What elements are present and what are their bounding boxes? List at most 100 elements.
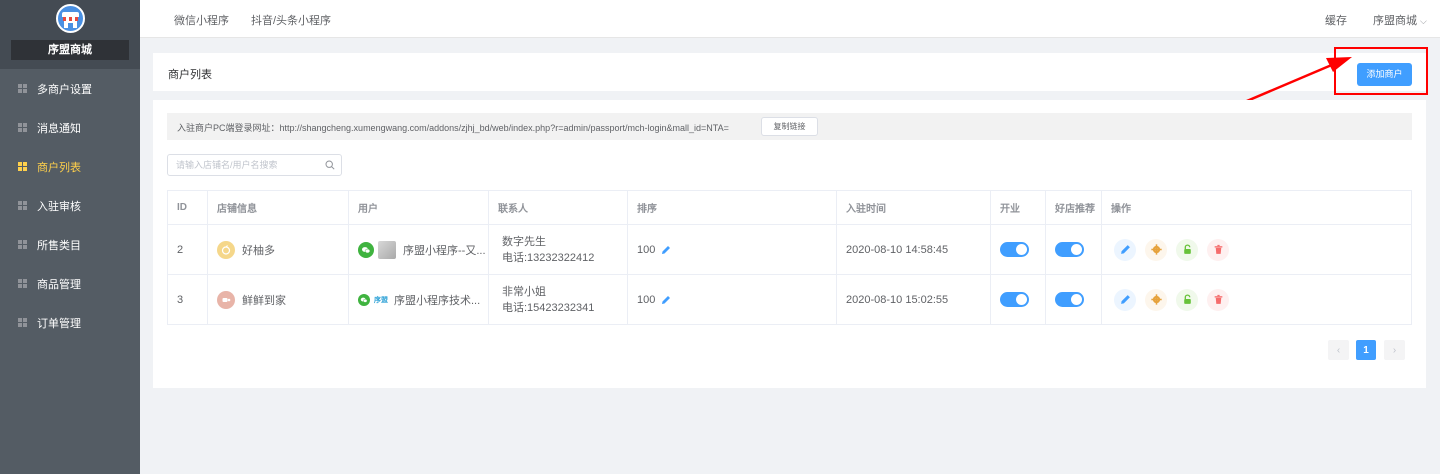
user-name: 序盟商城 <box>1373 15 1417 27</box>
shop-logo-icon <box>217 240 235 259</box>
brand-name: 序盟商城 <box>11 40 129 60</box>
page-header: 商户列表 添加商户 <box>153 53 1426 91</box>
merchant-table: ID 店铺信息 用户 联系人 排序 入驻时间 开业 好店推荐 操作 2 好柚多 <box>167 190 1412 325</box>
chevron-down-icon: ⌵ <box>1420 16 1427 26</box>
cell-user: 序盟 序盟小程序技术... <box>349 275 489 324</box>
unlock-icon <box>1183 244 1191 254</box>
contact-name: 非常小姐 <box>502 285 546 298</box>
search-box <box>167 154 342 176</box>
cell-join-time: 2020-08-10 15:02:55 <box>837 275 991 324</box>
cell-actions <box>1102 275 1411 324</box>
cell-contact: 非常小姐 电话:15423232341 <box>489 275 628 324</box>
copy-link-button[interactable]: 复制链接 <box>761 117 818 136</box>
sort-value: 100 <box>637 293 656 306</box>
column-header-contact: 联系人 <box>489 191 628 224</box>
sidebar-item-notifications[interactable]: 消息通知 <box>0 108 140 147</box>
table-header-row: ID 店铺信息 用户 联系人 排序 入驻时间 开业 好店推荐 操作 <box>168 191 1411 225</box>
user-brand-badge: 序盟 <box>374 296 388 304</box>
cell-recommend <box>1046 225 1102 274</box>
sort-value: 100 <box>637 243 656 256</box>
top-bar: 微信小程序 抖音/头条小程序 缓存 序盟商城 ⌵ <box>140 0 1440 38</box>
sidebar-item-label: 入驻审核 <box>37 200 81 213</box>
sidebar-item-multi-merchant-settings[interactable]: 多商户设置 <box>0 69 140 108</box>
column-header-join-time: 入驻时间 <box>837 191 991 224</box>
contact-name: 数字先生 <box>502 235 546 248</box>
pagination-prev-button[interactable]: ‹ <box>1328 340 1349 360</box>
annotation-highlight-box <box>1334 47 1428 95</box>
cache-link[interactable]: 缓存 <box>1325 12 1347 28</box>
sidebar-item-merchant-list[interactable]: 商户列表 <box>0 147 140 186</box>
user-name: 序盟小程序技术... <box>394 294 481 307</box>
cell-open <box>991 275 1046 324</box>
column-header-user: 用户 <box>349 191 489 224</box>
cell-join-time: 2020-08-10 14:58:45 <box>837 225 991 274</box>
settings-button[interactable] <box>1145 288 1167 311</box>
wechat-icon <box>358 241 374 258</box>
search-input[interactable] <box>176 158 321 172</box>
cell-user: 序盟小程序--又... <box>349 225 489 274</box>
sidebar-item-orders[interactable]: 订单管理 <box>0 303 140 342</box>
column-header-id: ID <box>168 191 208 224</box>
cell-actions <box>1102 225 1411 274</box>
contact-phone: 电话:13232322412 <box>502 251 595 264</box>
table-row: 3 鲜鲜到家 序盟 序盟小程序技术... 非常小姐 电话:15423232341 <box>168 275 1411 324</box>
cell-sort: 100 <box>628 225 837 274</box>
grid-icon <box>18 162 27 171</box>
cell-contact: 数字先生 电话:13232322412 <box>489 225 628 274</box>
cell-shop: 好柚多 <box>208 225 349 274</box>
tab-wechat-miniprogram[interactable]: 微信小程序 <box>174 12 229 28</box>
sidebar: 序盟商城 多商户设置 消息通知 商户列表 入驻审核 所售类目 商品管理 订单管理 <box>0 0 140 474</box>
pencil-icon <box>1120 295 1130 304</box>
settings-button[interactable] <box>1145 238 1167 261</box>
sidebar-item-label: 多商户设置 <box>37 83 92 96</box>
grid-icon <box>18 318 27 327</box>
table-row: 2 好柚多 序盟小程序--又... 数字先生 电话:13232322412 10… <box>168 225 1411 275</box>
cell-shop: 鲜鲜到家 <box>208 275 349 324</box>
recommend-toggle[interactable] <box>1055 242 1084 257</box>
pagination-next-button[interactable]: › <box>1384 340 1405 360</box>
pencil-icon[interactable] <box>661 295 671 305</box>
login-url-text: 入驻商户PC端登录网址：http://shangcheng.xumengwang… <box>177 123 729 133</box>
trash-icon <box>1214 294 1222 304</box>
search-icon[interactable] <box>325 160 335 170</box>
edit-button[interactable] <box>1114 288 1136 311</box>
sidebar-item-goods[interactable]: 商品管理 <box>0 264 140 303</box>
wechat-icon <box>358 293 370 306</box>
pencil-icon <box>1120 245 1130 254</box>
login-url-bar: 入驻商户PC端登录网址：http://shangcheng.xumengwang… <box>167 113 1412 140</box>
column-header-open: 开业 <box>991 191 1046 224</box>
column-header-sort: 排序 <box>628 191 837 224</box>
sidebar-item-categories[interactable]: 所售类目 <box>0 225 140 264</box>
gear-icon <box>1150 244 1162 255</box>
page-title: 商户列表 <box>168 69 212 81</box>
gear-icon <box>1150 294 1162 305</box>
lock-button[interactable] <box>1176 238 1198 261</box>
pagination-page-1[interactable]: 1 <box>1356 340 1376 360</box>
sidebar-item-label: 商品管理 <box>37 278 81 291</box>
user-name: 序盟小程序--又... <box>403 244 486 257</box>
sidebar-item-label: 所售类目 <box>37 239 81 252</box>
delete-button[interactable] <box>1207 238 1229 261</box>
delete-button[interactable] <box>1207 288 1229 311</box>
user-menu[interactable]: 序盟商城 ⌵ <box>1373 12 1427 28</box>
shop-name: 鲜鲜到家 <box>242 294 286 307</box>
open-toggle[interactable] <box>1000 242 1029 257</box>
cell-recommend <box>1046 275 1102 324</box>
pencil-icon[interactable] <box>661 245 671 255</box>
column-header-actions: 操作 <box>1111 204 1131 215</box>
tab-douyin-miniprogram[interactable]: 抖音/头条小程序 <box>251 12 331 28</box>
column-header-recommend: 好店推荐 <box>1046 191 1102 224</box>
sidebar-item-entry-review[interactable]: 入驻审核 <box>0 186 140 225</box>
grid-icon <box>18 201 27 210</box>
cell-id: 2 <box>168 225 208 274</box>
sidebar-item-label: 消息通知 <box>37 122 81 135</box>
contact-phone: 电话:15423232341 <box>502 301 595 314</box>
open-toggle[interactable] <box>1000 292 1029 307</box>
cell-sort: 100 <box>628 275 837 324</box>
grid-icon <box>18 84 27 93</box>
lock-button[interactable] <box>1176 288 1198 311</box>
user-avatar <box>378 240 396 259</box>
recommend-toggle[interactable] <box>1055 292 1084 307</box>
sidebar-menu: 多商户设置 消息通知 商户列表 入驻审核 所售类目 商品管理 订单管理 <box>0 69 140 342</box>
edit-button[interactable] <box>1114 238 1136 261</box>
